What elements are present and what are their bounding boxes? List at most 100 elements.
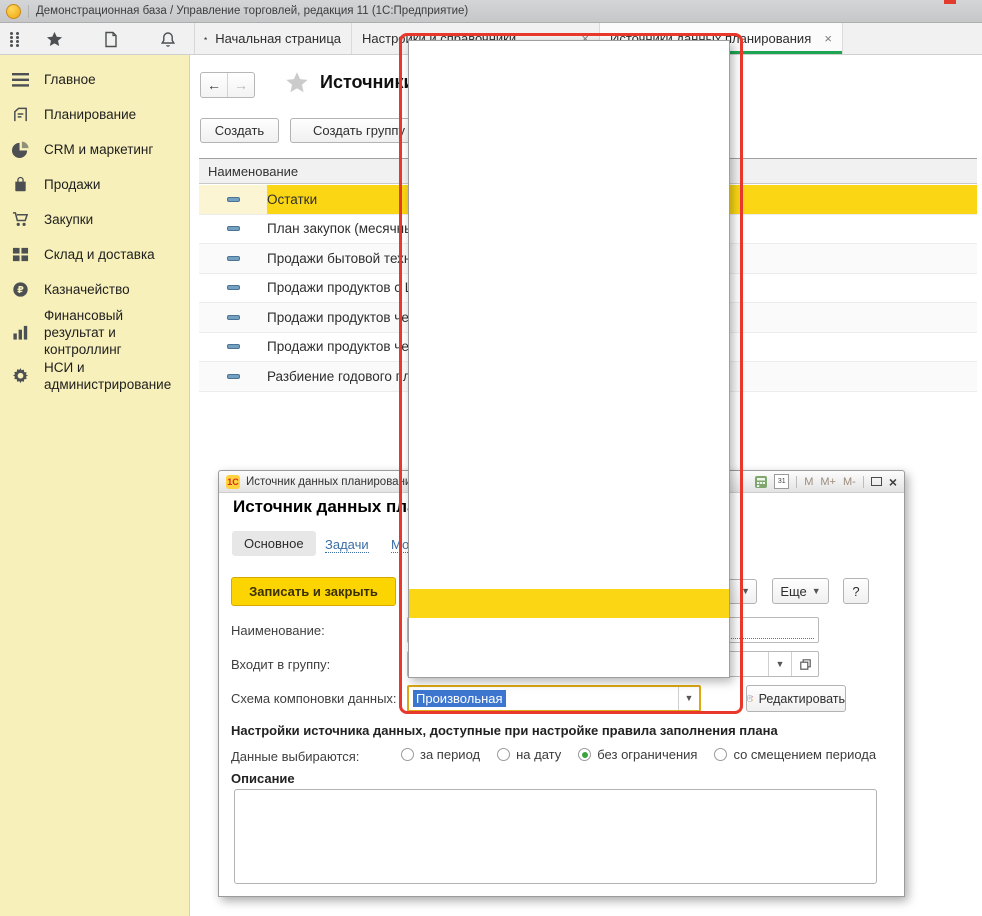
sidebar-item-label: Продажи [44, 176, 100, 193]
tab-close-icon[interactable]: × [824, 32, 832, 45]
notifications-icon[interactable] [158, 29, 178, 49]
sidebar-item[interactable]: ₽ Казначейство [0, 272, 189, 307]
create-button[interactable]: Создать [200, 118, 279, 143]
dropdown-item[interactable] [409, 589, 729, 618]
memory-minus-button[interactable]: M- [843, 476, 856, 488]
1c-dialog-icon: 1С [226, 475, 240, 489]
chevron-down-icon: ▼ [812, 587, 821, 596]
open-form-icon[interactable] [791, 652, 818, 676]
tab-tasks-link[interactable]: Задачи [325, 537, 369, 553]
dropdown-item[interactable] [409, 42, 729, 71]
treasury-ruble-icon: ₽ [11, 281, 29, 299]
dropdown-item[interactable] [409, 71, 729, 100]
radio-label: за период [420, 747, 480, 762]
memory-plus-button[interactable]: M+ [820, 476, 836, 488]
sidebar-item[interactable]: НСИ и администрирование [0, 358, 189, 393]
more-button[interactable]: Еще ▼ [772, 578, 829, 604]
close-button[interactable]: × [889, 475, 897, 489]
favorites-icon[interactable] [44, 29, 64, 49]
edit-button[interactable]: Редактировать [746, 685, 846, 712]
row-name: Продажи продуктов с L [267, 274, 412, 303]
forward-button[interactable]: → [227, 73, 254, 97]
history-nav: ← → [200, 72, 255, 98]
row-icon-cell [199, 303, 267, 332]
calculator-icon[interactable] [755, 476, 767, 488]
dropdown-item[interactable] [409, 244, 729, 273]
row-name: Продажи продуктов чер [267, 303, 416, 332]
sidebar-item[interactable]: Закупки [0, 202, 189, 237]
more-label: Еще [780, 584, 806, 599]
tab-home[interactable]: Начальная страница [194, 23, 352, 54]
dropdown-item[interactable] [409, 359, 729, 388]
chevron-down-icon[interactable]: ▼ [678, 687, 699, 710]
schema-combobox[interactable]: Произвольная ▼ [407, 685, 701, 712]
dropdown-item[interactable] [409, 301, 729, 330]
sidebar-item-label: Закупки [44, 211, 93, 228]
dropdown-item[interactable] [409, 618, 729, 647]
sidebar-item-label: НСИ и администрирование [44, 359, 174, 393]
dropdown-item[interactable] [409, 388, 729, 417]
help-button[interactable]: ? [843, 578, 869, 604]
radio-option[interactable]: без ограничения [578, 747, 697, 762]
application-window: Демонстрационная база / Управление торго… [0, 0, 982, 916]
chevron-down-icon: ▼ [741, 587, 750, 596]
memory-button[interactable]: M [804, 476, 813, 488]
dropdown-item[interactable] [409, 560, 729, 589]
dropdown-item[interactable] [409, 330, 729, 359]
radio-option[interactable]: со смещением периода [714, 747, 876, 762]
save-and-close-button[interactable]: Записать и закрыть [231, 577, 396, 606]
dropdown-item[interactable] [409, 532, 729, 561]
main-menu-icon[interactable] [4, 29, 24, 49]
maximize-button[interactable] [871, 477, 882, 486]
sidebar-item[interactable]: CRM и маркетинг [0, 132, 189, 167]
row-name: Разбиение годового пл [267, 362, 411, 391]
element-icon [227, 285, 240, 290]
dropdown-item[interactable] [409, 186, 729, 215]
dropdown-item[interactable] [409, 445, 729, 474]
sidebar-item[interactable]: Продажи [0, 167, 189, 202]
sidebar-item-label: CRM и маркетинг [44, 141, 153, 158]
back-button[interactable]: ← [201, 73, 227, 97]
dropdown-item[interactable] [409, 474, 729, 503]
dropdown-item[interactable] [409, 416, 729, 445]
divider [863, 476, 864, 488]
crm-pie-icon [11, 141, 29, 159]
window-close-fragment[interactable] [944, 0, 956, 4]
element-icon [227, 344, 240, 349]
tab-main[interactable]: Основное [232, 531, 316, 556]
dropdown-item[interactable] [409, 647, 729, 676]
radio-circle [497, 748, 510, 761]
radio-option[interactable]: за период [401, 747, 480, 762]
dialog-title: Источник данных планирования [246, 476, 418, 488]
dropdown-item[interactable] [409, 128, 729, 157]
tab-label: Начальная страница [215, 31, 341, 46]
dropdown-item[interactable] [409, 100, 729, 129]
dropdown-item[interactable] [409, 503, 729, 532]
chevron-down-icon[interactable]: ▼ [768, 652, 791, 676]
radio-option[interactable]: на дату [497, 747, 561, 762]
favorite-star-icon[interactable] [285, 71, 309, 95]
radio-label: со смещением периода [733, 747, 876, 762]
edit-label: Редактировать [759, 692, 845, 706]
radio-label: на дату [516, 747, 561, 762]
sidebar-item[interactable]: Склад и доставка [0, 237, 189, 272]
sidebar-item[interactable]: Финансовый результат и контроллинг [0, 307, 189, 358]
row-name: План закупок (месячны [267, 215, 414, 244]
element-icon [227, 374, 240, 379]
element-icon [227, 197, 240, 202]
divider [796, 476, 797, 488]
edit-schema-icon [747, 691, 754, 706]
sidebar-item[interactable]: Главное [0, 62, 189, 97]
sidebar-item[interactable]: Планирование [0, 97, 189, 132]
element-icon [227, 226, 240, 231]
1c-logo-icon [6, 4, 21, 19]
description-textarea[interactable] [234, 789, 877, 884]
row-icon-cell [199, 215, 267, 244]
dropdown-item[interactable] [409, 272, 729, 301]
purchases-cart-icon [11, 211, 29, 229]
dropdown-item[interactable] [409, 157, 729, 186]
dropdown-item[interactable] [409, 215, 729, 244]
calendar-icon[interactable]: 31 [774, 474, 789, 489]
sidebar-item-label: Финансовый результат и контроллинг [44, 307, 174, 358]
history-icon[interactable] [100, 29, 120, 49]
